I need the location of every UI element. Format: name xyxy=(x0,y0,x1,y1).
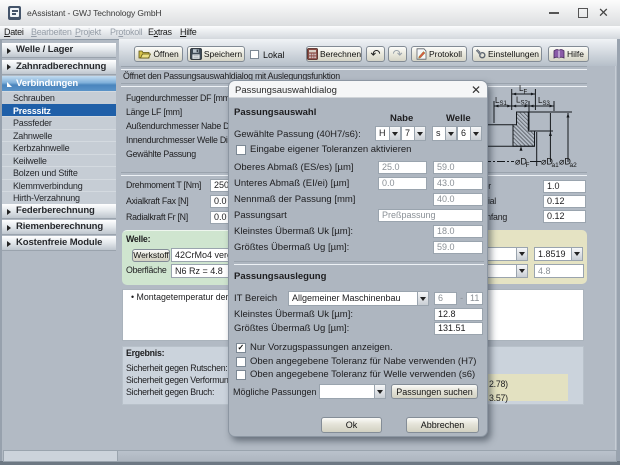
svg-text:a2: a2 xyxy=(570,162,578,169)
svg-text:S2: S2 xyxy=(521,101,529,107)
svg-text:S3: S3 xyxy=(543,101,551,107)
svg-text:F: F xyxy=(524,90,528,96)
svg-text:S1: S1 xyxy=(500,101,508,107)
svg-text:a1: a1 xyxy=(552,162,560,169)
svg-text:F: F xyxy=(526,162,530,169)
